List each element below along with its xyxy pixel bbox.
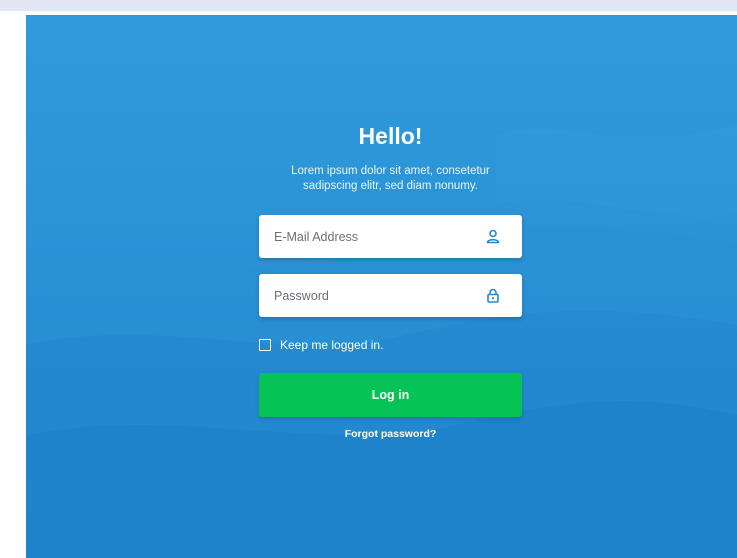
page-title: Hello! <box>358 123 423 149</box>
remember-checkbox[interactable] <box>259 339 271 351</box>
login-panel: Hello! Lorem ipsum dolor sit amet, conse… <box>259 120 522 440</box>
remember-row: Keep me logged in. <box>259 337 522 353</box>
password-field-container <box>259 274 522 317</box>
login-background: Hello! Lorem ipsum dolor sit amet, conse… <box>26 15 737 558</box>
top-strip <box>0 0 737 11</box>
forgot-password-link[interactable]: Forgot password? <box>259 428 522 440</box>
password-field[interactable] <box>259 274 479 317</box>
page-subtitle: Lorem ipsum dolor sit amet, consetetur s… <box>259 164 522 194</box>
email-field[interactable] <box>259 215 479 258</box>
remember-label: Keep me logged in. <box>280 338 384 352</box>
login-button[interactable]: Log in <box>259 373 522 417</box>
user-icon <box>486 229 500 244</box>
subtitle-line-1: Lorem ipsum dolor sit amet, consetetur <box>291 165 490 177</box>
lock-icon <box>487 288 499 303</box>
email-field-container <box>259 215 522 258</box>
subtitle-line-2: sadipscing elitr, sed diam nonumy. <box>303 180 478 192</box>
